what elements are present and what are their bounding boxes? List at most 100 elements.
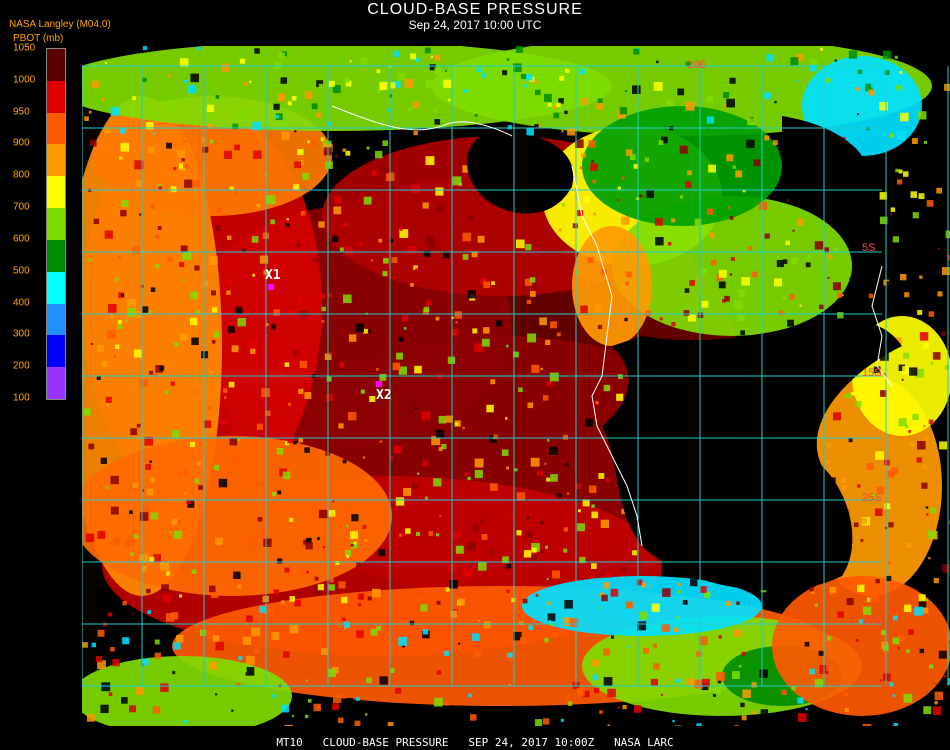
cloud-speckle [365,713,368,716]
cloud-speckle [129,510,133,515]
cloud-speckle [908,430,911,433]
cloud-speckle [168,102,175,109]
cloud-speckle [321,320,325,323]
cloud-speckle [159,365,165,371]
cloud-speckle [457,598,465,606]
cloud-speckle [593,212,596,216]
cloud-speckle [797,713,807,722]
cloud-speckle [726,600,731,606]
cloud-speckle [414,407,417,410]
cloud-speckle [653,82,663,91]
cloud-speckle [621,176,625,180]
cloud-speckle [277,490,282,495]
pressure-region [572,226,652,346]
cloud-speckle [293,350,298,356]
cloud-speckle [912,413,919,421]
cloud-speckle [281,600,285,604]
cloud-speckle [177,149,186,158]
cloud-speckle [889,213,892,216]
cloud-speckle [436,600,441,605]
cloud-speckle [201,351,209,359]
cloud-speckle [455,321,458,324]
cloud-speckle [472,328,478,334]
cloud-speckle [362,525,367,529]
cloud-speckle [546,381,552,387]
cloud-speckle [870,83,875,88]
cloud-speckle [579,68,585,75]
cloud-speckle [150,512,158,520]
cloud-speckle [563,502,566,505]
cloud-speckle [548,620,552,623]
cloud-speckle [322,545,326,549]
cloud-speckle [110,506,119,515]
cloud-speckle [588,485,597,493]
cloud-speckle [898,169,903,174]
cloud-speckle [130,552,134,556]
cloud-speckle [438,415,447,424]
cloud-speckle [526,516,529,519]
cloud-speckle [273,309,280,316]
cloud-speckle [892,694,896,697]
cloud-speckle [434,67,442,75]
cloud-speckle [368,282,372,285]
cloud-speckle [282,471,291,480]
cloud-speckle [364,539,368,542]
cloud-speckle [296,243,300,247]
cloud-speckle [97,629,105,637]
cloud-speckle [742,689,751,698]
cloud-speckle [183,140,186,143]
cloud-speckle [747,117,755,126]
cloud-speckle [718,635,722,639]
graticule-label: 15S [862,367,882,379]
cloud-speckle [339,362,345,368]
cloud-speckle [251,442,256,447]
cloud-speckle [167,256,173,262]
cloud-speckle [892,615,898,621]
cloud-speckle [354,720,361,726]
cloud-speckle [687,170,692,176]
cloud-speckle [152,132,155,135]
cloud-speckle [211,307,218,313]
cloud-speckle [328,80,335,87]
cloud-speckle [313,703,321,712]
cloud-speckle [97,596,105,604]
cloud-speckle [592,674,599,681]
cloud-speckle [121,293,125,297]
cloud-speckle [104,230,113,239]
cloud-speckle [921,482,928,489]
cloud-speckle [506,563,511,569]
cloud-speckle [215,95,220,99]
cloud-speckle [346,503,352,509]
cloud-speckle [191,569,197,574]
cloud-speckle [101,361,108,367]
color-scale-bar [46,48,66,400]
cloud-speckle [701,268,707,274]
cloud-speckle [932,706,942,715]
cloud-speckle [661,693,664,696]
cloud-speckle [462,568,472,578]
cloud-speckle [154,373,158,378]
cloud-speckle [855,400,862,408]
marker-x2-dot [376,381,382,387]
cloud-speckle [356,630,364,638]
cloud-speckle [401,138,410,147]
cloud-speckle [576,270,580,274]
cloud-speckle [752,710,757,715]
cloud-speckle [277,93,286,102]
cloud-speckle [866,463,874,470]
cloud-speckle [495,320,503,327]
cloud-speckle [370,628,378,636]
cloud-speckle [421,411,431,421]
cloud-speckle [395,687,402,694]
cloud-speckle [193,390,196,394]
cloud-speckle [304,392,312,399]
cloud-speckle [734,300,743,310]
cloud-speckle [903,352,910,359]
cloud-speckle [595,400,599,405]
cloud-speckle [597,324,603,330]
cloud-speckle [431,55,434,58]
cloud-speckle [685,101,695,111]
cloud-speckle [343,294,352,304]
cloud-speckle [85,533,95,543]
cloud-speckle [677,590,682,594]
